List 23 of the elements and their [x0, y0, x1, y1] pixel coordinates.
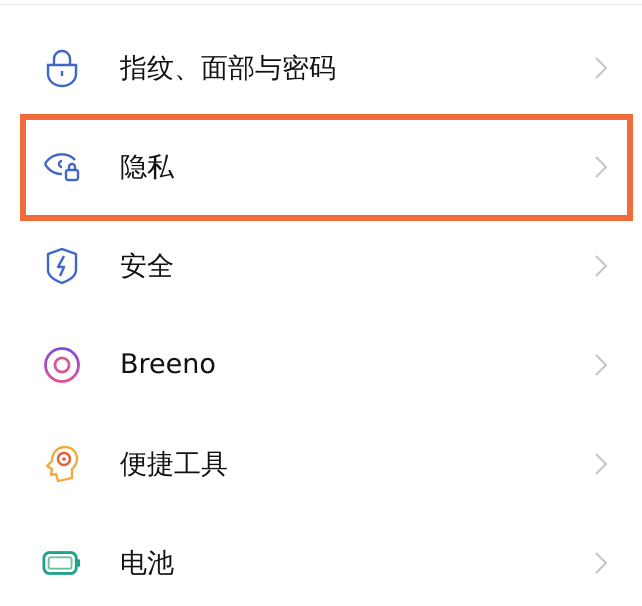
row-label: 指纹、面部与密码	[120, 52, 337, 86]
row-label: Breeno	[120, 349, 217, 380]
settings-row[interactable]: 电池	[0, 513, 642, 606]
shield-icon	[46, 246, 78, 284]
battery-icon	[42, 550, 82, 576]
settings-row[interactable]: 指纹、面部与密码	[0, 18, 642, 117]
chevron-icon	[594, 254, 608, 278]
settings-row[interactable]: 隐私	[0, 117, 642, 216]
chevron-icon	[594, 550, 608, 574]
settings-row[interactable]: 安全	[0, 216, 642, 315]
chevron-icon	[594, 352, 608, 376]
row-label: 电池	[120, 546, 175, 580]
chevron-icon	[594, 56, 608, 80]
chevron-icon	[594, 452, 608, 476]
padlock-icon	[45, 48, 79, 88]
row-label: 便捷工具	[120, 448, 229, 482]
chevron-icon	[594, 154, 608, 178]
ring-icon	[43, 346, 81, 384]
settings-row[interactable]: Breeno	[0, 315, 642, 414]
settings-row[interactable]: 便捷工具	[0, 414, 642, 513]
row-label: 安全	[120, 250, 175, 284]
head-target-icon	[45, 444, 79, 484]
row-label: 隐私	[120, 150, 175, 184]
